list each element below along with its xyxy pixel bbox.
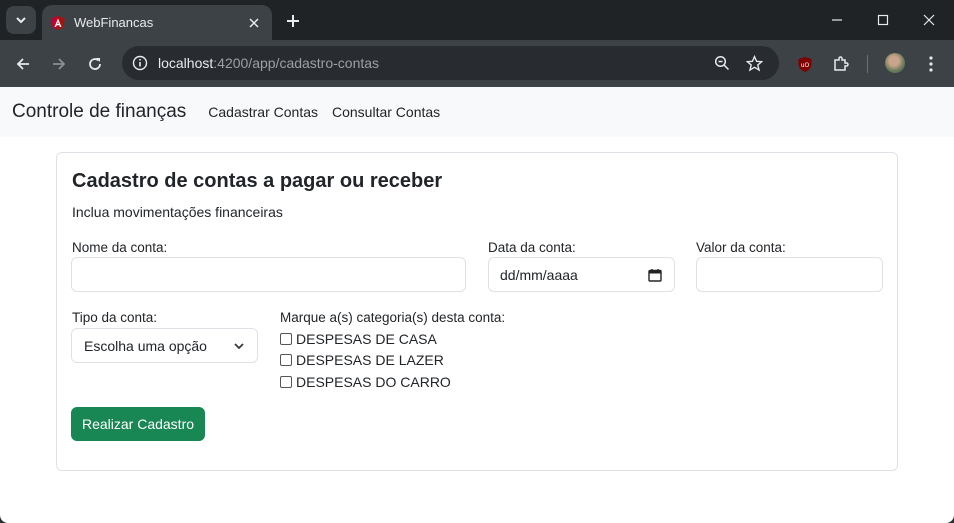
forward-arrow-icon[interactable] xyxy=(47,52,71,76)
profile-avatar[interactable] xyxy=(885,53,905,73)
tab-search-button[interactable] xyxy=(6,6,36,34)
svg-text:uO: uO xyxy=(801,62,810,69)
categoria-label: DESPESAS DO CARRO xyxy=(296,374,451,390)
browser-toolbar: localhost:4200/app/cadastro-contas uO xyxy=(0,40,954,87)
nome-input[interactable] xyxy=(71,257,466,292)
valor-label: Valor da conta: xyxy=(696,240,786,255)
chevron-down-icon xyxy=(234,342,244,349)
ublock-origin-icon[interactable]: uO xyxy=(794,53,816,75)
minimize-icon[interactable] xyxy=(822,8,852,32)
back-arrow-icon[interactable] xyxy=(11,52,35,76)
url-text: localhost:4200/app/cadastro-contas xyxy=(158,55,380,71)
checkbox[interactable] xyxy=(280,354,292,366)
data-input[interactable]: dd/mm/aaaa xyxy=(488,257,675,292)
navbar-brand[interactable]: Controle de finanças xyxy=(12,101,186,123)
page-content: Controle de finanças Cadastrar Contas Co… xyxy=(0,87,954,523)
categoria-casa[interactable]: DESPESAS DE CASA xyxy=(280,331,437,347)
close-window-icon[interactable] xyxy=(914,8,944,32)
zoom-icon[interactable] xyxy=(712,53,732,73)
tipo-select[interactable]: Escolha uma opção xyxy=(71,328,258,363)
toolbar-separator xyxy=(867,55,868,73)
categoria-label: DESPESAS DE LAZER xyxy=(296,352,444,368)
reload-icon[interactable] xyxy=(83,52,107,76)
page-subtitle: Inclua movimentações financeiras xyxy=(72,204,283,220)
checkbox[interactable] xyxy=(280,376,292,388)
valor-input[interactable] xyxy=(696,257,883,292)
checkbox[interactable] xyxy=(280,333,292,345)
extensions-puzzle-icon[interactable] xyxy=(830,53,852,75)
data-label: Data da conta: xyxy=(488,240,576,255)
data-placeholder: dd/mm/aaaa xyxy=(500,266,578,283)
tab-close-icon[interactable] xyxy=(244,13,264,33)
categorias-label: Marque a(s) categoria(s) desta conta: xyxy=(280,310,506,325)
nav-link-consultar[interactable]: Consultar Contas xyxy=(332,104,440,120)
address-bar[interactable]: localhost:4200/app/cadastro-contas xyxy=(122,46,779,80)
browser-tab[interactable]: WebFinancas xyxy=(42,5,272,40)
angular-favicon-icon xyxy=(51,15,65,30)
maximize-icon[interactable] xyxy=(868,8,898,32)
bookmark-star-icon[interactable] xyxy=(744,53,764,73)
tipo-selected: Escolha uma opção xyxy=(84,337,207,354)
tab-strip: WebFinancas xyxy=(0,0,954,40)
tipo-label: Tipo da conta: xyxy=(72,310,158,325)
form-card: Cadastro de contas a pagar ou receber In… xyxy=(56,152,898,471)
chevron-down-icon xyxy=(16,17,26,24)
app-navbar: Controle de finanças Cadastrar Contas Co… xyxy=(0,87,954,137)
categoria-carro[interactable]: DESPESAS DO CARRO xyxy=(280,374,451,390)
site-info-icon[interactable] xyxy=(130,53,150,73)
categoria-label: DESPESAS DE CASA xyxy=(296,331,437,347)
categoria-lazer[interactable]: DESPESAS DE LAZER xyxy=(280,352,444,368)
tab-title: WebFinancas xyxy=(74,15,154,30)
nome-label: Nome da conta: xyxy=(72,240,168,255)
page-title: Cadastro de contas a pagar ou receber xyxy=(72,170,443,192)
calendar-icon[interactable] xyxy=(648,268,662,282)
submit-button[interactable]: Realizar Cadastro xyxy=(71,407,205,441)
nav-link-cadastrar[interactable]: Cadastrar Contas xyxy=(208,104,318,120)
new-tab-plus-icon[interactable] xyxy=(282,10,304,32)
more-menu-icon[interactable] xyxy=(920,53,942,75)
